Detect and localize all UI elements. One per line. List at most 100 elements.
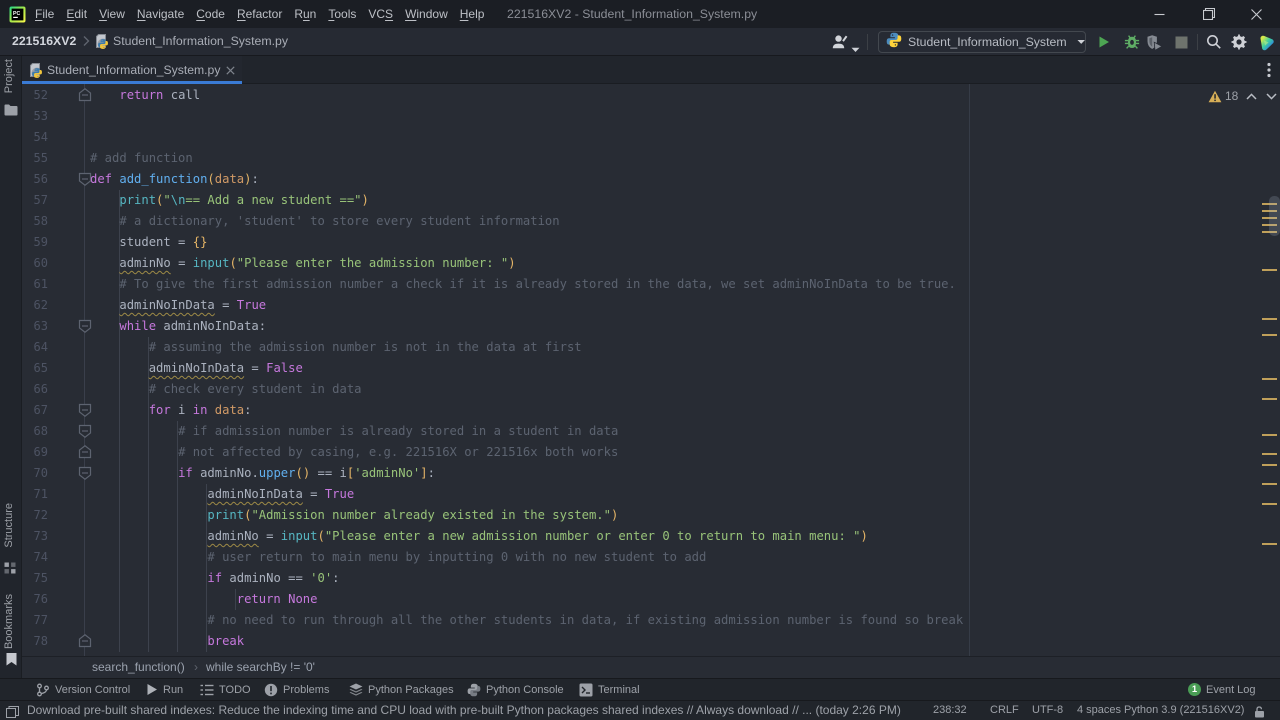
- code-line-69[interactable]: # not affected by casing, e.g. 221516X o…: [90, 442, 618, 463]
- next-warning-chevron-icon[interactable]: [1266, 92, 1277, 100]
- code-line-66[interactable]: # check every student in data: [90, 379, 362, 400]
- lock-icon[interactable]: [1254, 705, 1265, 720]
- code-line-73[interactable]: adminNo = input("Please enter a new admi…: [90, 526, 867, 547]
- code-line-62[interactable]: adminNoInData = True: [90, 295, 266, 316]
- line-number-58[interactable]: 58: [22, 211, 48, 232]
- line-number-65[interactable]: 65: [22, 358, 48, 379]
- line-number-61[interactable]: 61: [22, 274, 48, 295]
- breadcrumb-project[interactable]: 221516XV2: [12, 28, 76, 55]
- toolwindow-run[interactable]: Run: [146, 679, 183, 700]
- breadcrumb-statement[interactable]: while searchBy != '0': [206, 657, 315, 678]
- toolwindow-python-console[interactable]: Python Console: [467, 679, 564, 700]
- bookmarks-flag-icon[interactable]: [6, 653, 17, 671]
- line-number-74[interactable]: 74: [22, 547, 48, 568]
- fold-marker-line-63[interactable]: [78, 319, 92, 338]
- line-number-53[interactable]: 53: [22, 106, 48, 127]
- menu-refactor[interactable]: Refactor: [231, 0, 288, 28]
- status-encoding[interactable]: UTF-8: [1032, 701, 1063, 720]
- code-line-52[interactable]: return call: [90, 85, 200, 106]
- menu-window[interactable]: Window: [399, 0, 454, 28]
- line-number-52[interactable]: 52: [22, 85, 48, 106]
- tab-student-information-system[interactable]: Student_Information_System.py: [22, 56, 242, 84]
- minimize-button[interactable]: [1136, 0, 1183, 28]
- code-line-61[interactable]: # To give the first admission number a c…: [90, 274, 955, 295]
- status-interpreter[interactable]: Python 3.9 (221516XV2): [1124, 701, 1244, 720]
- line-number-69[interactable]: 69: [22, 442, 48, 463]
- code-line-57[interactable]: print("\n== Add a new student =="): [90, 190, 369, 211]
- line-number-64[interactable]: 64: [22, 337, 48, 358]
- code-line-74[interactable]: # user return to main menu by inputting …: [90, 547, 706, 568]
- settings-gear-icon[interactable]: [1231, 34, 1247, 55]
- codewithme-users-icon[interactable]: [831, 34, 849, 55]
- code-line-64[interactable]: # assuming the admission number is not i…: [90, 337, 582, 358]
- tab-close-icon[interactable]: [226, 66, 235, 75]
- debug-button[interactable]: [1124, 34, 1140, 55]
- tool-window-switcher-icon[interactable]: [6, 705, 19, 720]
- inspections-widget[interactable]: 18: [1208, 88, 1277, 104]
- warning-stripe-mark[interactable]: [1262, 464, 1277, 466]
- line-number-67[interactable]: 67: [22, 400, 48, 421]
- code-line-67[interactable]: for i in data:: [90, 400, 252, 421]
- folder-icon[interactable]: [4, 103, 18, 121]
- code-line-77[interactable]: # no need to run through all the other s…: [90, 610, 963, 631]
- structure-icon[interactable]: [4, 561, 16, 579]
- warning-stripe-mark[interactable]: [1262, 398, 1277, 400]
- status-indent[interactable]: 4 spaces: [1077, 701, 1121, 720]
- stripe-button-bookmarks[interactable]: Bookmarks: [3, 594, 15, 649]
- fold-marker-line-56[interactable]: [78, 172, 92, 191]
- toolwindow-python-packages[interactable]: Python Packages: [349, 679, 454, 700]
- line-number-66[interactable]: 66: [22, 379, 48, 400]
- code-line-78[interactable]: break: [90, 631, 244, 652]
- toolwindow-todo[interactable]: TODO: [200, 679, 251, 700]
- search-everywhere-icon[interactable]: [1206, 34, 1222, 55]
- line-number-71[interactable]: 71: [22, 484, 48, 505]
- code-line-55[interactable]: # add function: [90, 148, 193, 169]
- code-line-60[interactable]: adminNo = input("Please enter the admiss…: [90, 253, 515, 274]
- scrollbar-thumb[interactable]: [1269, 196, 1280, 236]
- fold-marker-line-67[interactable]: [78, 403, 92, 422]
- line-number-78[interactable]: 78: [22, 631, 48, 652]
- stop-button[interactable]: [1175, 36, 1188, 54]
- line-number-62[interactable]: 62: [22, 295, 48, 316]
- code-line-59[interactable]: student = {}: [90, 232, 207, 253]
- line-number-76[interactable]: 76: [22, 589, 48, 610]
- run-configuration-select[interactable]: Student_Information_System: [878, 31, 1086, 53]
- code-line-75[interactable]: if adminNo == '0':: [90, 568, 339, 589]
- fold-marker-line-52[interactable]: [78, 88, 92, 107]
- code-editor[interactable]: 52 53 54 55 56 57 58 59 60 61 62 63 64 65 66 67 68 69 70 71…: [22, 84, 1280, 656]
- warning-stripe-mark[interactable]: [1262, 318, 1277, 320]
- code-line-63[interactable]: while adminNoInData:: [90, 316, 266, 337]
- line-number-57[interactable]: 57: [22, 190, 48, 211]
- menu-vcs[interactable]: VCS: [362, 0, 399, 28]
- menu-view[interactable]: View: [93, 0, 131, 28]
- menu-file[interactable]: File: [29, 0, 60, 28]
- code-line-56[interactable]: def add_function(data):: [90, 169, 259, 190]
- toolwindow-terminal[interactable]: Terminal: [579, 679, 640, 700]
- code-line-76[interactable]: return None: [90, 589, 318, 610]
- menu-navigate[interactable]: Navigate: [131, 0, 190, 28]
- code-line-72[interactable]: print("Admission number already existed …: [90, 505, 618, 526]
- line-number-59[interactable]: 59: [22, 232, 48, 253]
- coverage-button[interactable]: [1146, 34, 1163, 56]
- stripe-button-project[interactable]: Project: [3, 59, 15, 93]
- code-line-68[interactable]: # if admission number is already stored …: [90, 421, 618, 442]
- prev-warning-chevron-icon[interactable]: [1246, 92, 1257, 100]
- warning-stripe-mark[interactable]: [1262, 483, 1277, 485]
- toolwindow-version-control[interactable]: Version Control: [36, 679, 130, 700]
- editor-options-kebab-icon[interactable]: [1267, 62, 1271, 83]
- menu-run[interactable]: Run: [288, 0, 322, 28]
- line-number-54[interactable]: 54: [22, 127, 48, 148]
- line-number-68[interactable]: 68: [22, 421, 48, 442]
- line-number-63[interactable]: 63: [22, 316, 48, 337]
- breadcrumb-function[interactable]: search_function(): [92, 657, 185, 678]
- warning-stripe-mark[interactable]: [1262, 269, 1277, 271]
- menu-tools[interactable]: Tools: [322, 0, 362, 28]
- line-number-77[interactable]: 77: [22, 610, 48, 631]
- status-caret-position[interactable]: 238:32: [933, 701, 967, 720]
- fold-marker-line-69[interactable]: [78, 445, 92, 464]
- fold-marker-line-78[interactable]: [78, 634, 92, 653]
- breadcrumb-file[interactable]: Student_Information_System.py: [113, 28, 288, 55]
- code-line-58[interactable]: # a dictionary, 'student' to store every…: [90, 211, 559, 232]
- menu-help[interactable]: Help: [454, 0, 491, 28]
- warning-stripe-mark[interactable]: [1262, 543, 1277, 545]
